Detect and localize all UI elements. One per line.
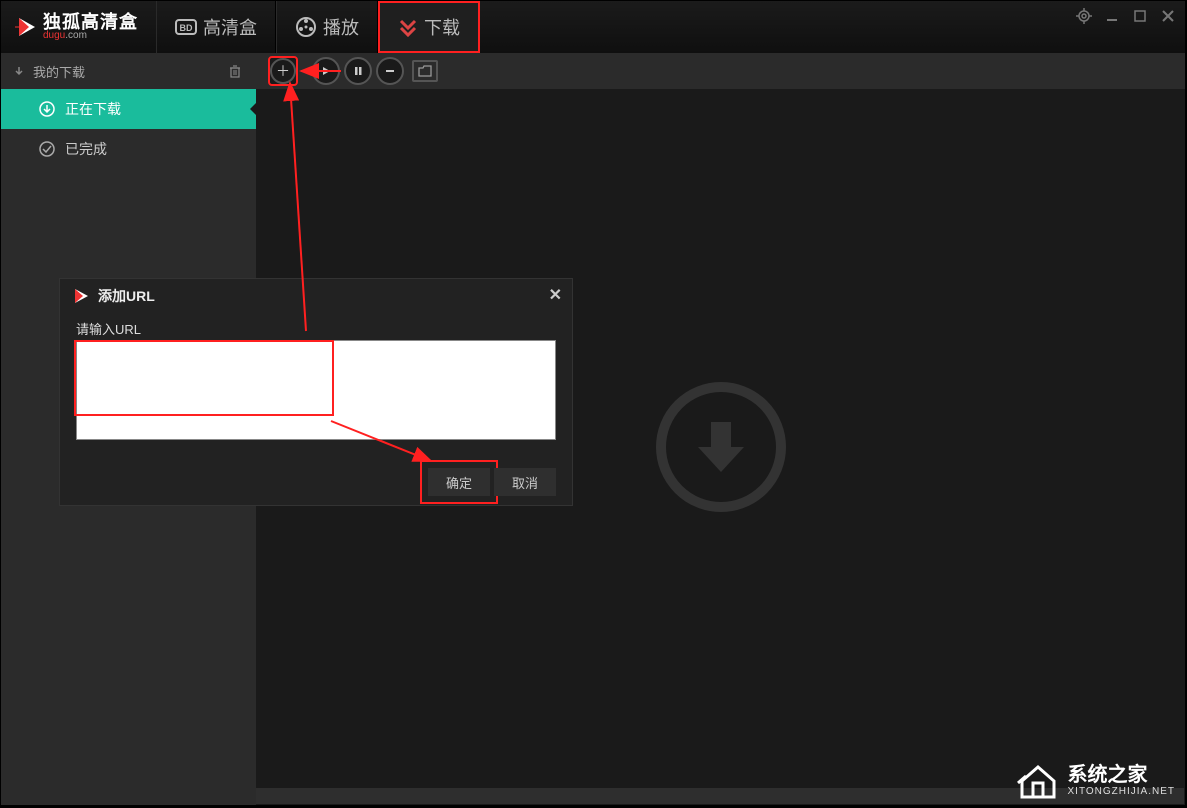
url-textarea[interactable] xyxy=(76,340,556,440)
app-title: 独孤高清盒 xyxy=(43,13,138,31)
window-controls xyxy=(1075,7,1177,25)
sidebar-title: 我的下载 xyxy=(33,62,85,81)
toolbar: ＋ xyxy=(256,53,1185,89)
tab-download[interactable]: 下载 xyxy=(378,1,480,53)
watermark-sub: XITONGZHIJIA.NET xyxy=(1068,786,1176,797)
dialog-close-button[interactable]: ✕ xyxy=(549,285,562,305)
sidebar-item-downloading-label: 正在下载 xyxy=(65,99,121,119)
dialog-titlebar[interactable]: 添加URL ✕ xyxy=(60,279,572,313)
maximize-button[interactable] xyxy=(1131,7,1149,25)
download-arrow-icon xyxy=(13,65,25,77)
empty-download-icon xyxy=(656,382,786,512)
completed-icon xyxy=(39,141,55,157)
url-input-label: 请输入URL xyxy=(76,319,556,338)
pause-button[interactable] xyxy=(344,57,372,85)
open-folder-button[interactable] xyxy=(412,60,438,82)
brand-url: dugu.com xyxy=(43,31,138,41)
tab-hdbox[interactable]: BD 高清盒 xyxy=(156,1,276,53)
sidebar-header: 我的下载 xyxy=(1,53,256,89)
tab-play-label: 播放 xyxy=(323,14,359,40)
svg-text:BD: BD xyxy=(180,23,193,33)
sidebar-item-completed[interactable]: 已完成 xyxy=(1,129,256,169)
sidebar-item-downloading[interactable]: 正在下载 xyxy=(1,89,256,129)
dialog-cancel-button[interactable]: 取消 xyxy=(494,468,556,496)
download-chevron-icon xyxy=(398,17,418,37)
downloading-icon xyxy=(39,101,55,117)
logo-icon xyxy=(15,16,37,38)
sidebar-item-completed-label: 已完成 xyxy=(65,139,107,159)
remove-button[interactable] xyxy=(376,57,404,85)
reel-icon xyxy=(295,16,317,38)
settings-icon[interactable] xyxy=(1075,7,1093,25)
app-header: 独孤高清盒 dugu.com BD 高清盒 播放 下载 xyxy=(1,1,1185,53)
tab-download-label: 下载 xyxy=(424,14,460,40)
add-task-button[interactable]: ＋ xyxy=(268,56,298,86)
close-button[interactable] xyxy=(1159,7,1177,25)
tab-hdbox-label: 高清盒 xyxy=(203,14,257,40)
add-url-dialog: 添加URL ✕ 请输入URL 确定 取消 xyxy=(59,278,573,506)
trash-button[interactable] xyxy=(226,62,244,80)
tab-play[interactable]: 播放 xyxy=(276,1,378,53)
start-button[interactable] xyxy=(312,57,340,85)
watermark-icon xyxy=(1016,761,1060,799)
watermark-main: 系统之家 xyxy=(1068,764,1176,786)
dialog-ok-button[interactable]: 确定 xyxy=(428,468,490,496)
minimize-button[interactable] xyxy=(1103,7,1121,25)
watermark: 系统之家 XITONGZHIJIA.NET xyxy=(1016,761,1176,799)
app-logo: 独孤高清盒 dugu.com xyxy=(1,13,138,41)
dialog-title-text: 添加URL xyxy=(98,286,155,306)
bd-icon: BD xyxy=(175,17,197,37)
dialog-logo-icon xyxy=(72,287,90,305)
